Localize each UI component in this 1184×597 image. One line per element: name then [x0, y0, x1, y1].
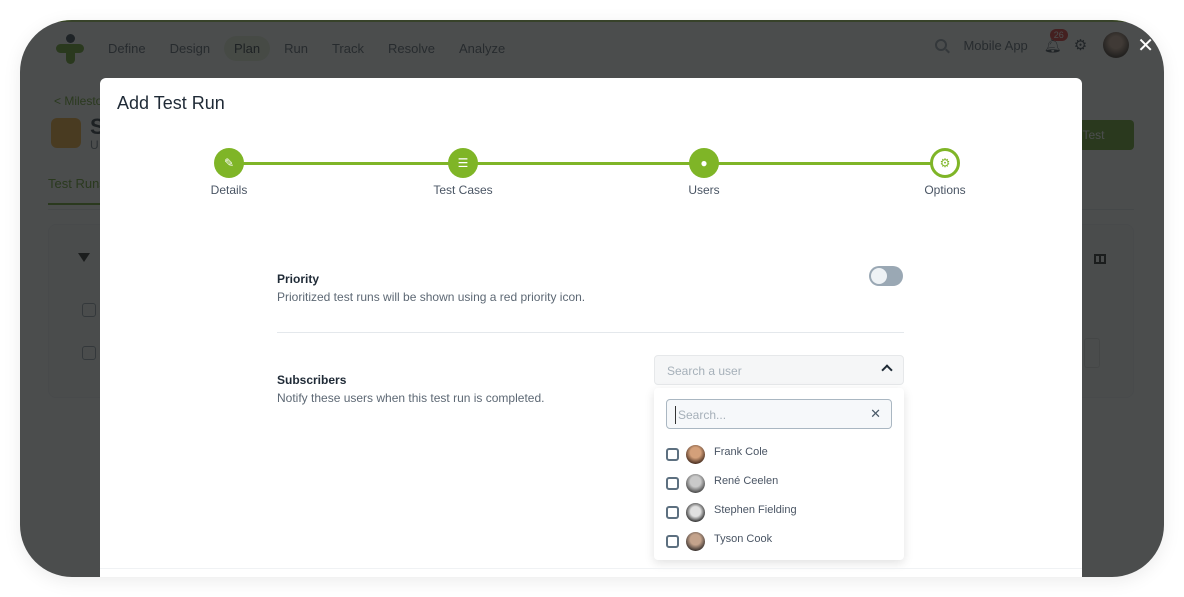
user-checkbox[interactable] [666, 506, 679, 519]
user-checkbox[interactable] [666, 477, 679, 490]
user-select-placeholder: Search a user [667, 364, 742, 378]
user-option-tyson-cook[interactable]: Tyson Cook [666, 527, 797, 556]
user-avatar [686, 445, 705, 464]
user-dropdown: ✕ Frank Cole René Ceelen Stephen Fieldin… [654, 388, 904, 560]
priority-title: Priority [277, 272, 320, 286]
toggle-knob [871, 268, 887, 284]
wizard-stepper: ✎ Details ☰ Test Cases ● Users ⚙ Options [100, 148, 1082, 208]
gear-icon: ⚙ [930, 148, 960, 178]
user-checkbox[interactable] [666, 535, 679, 548]
user-icon: ● [689, 148, 719, 178]
section-divider [277, 332, 904, 333]
chevron-up-icon[interactable] [881, 364, 893, 376]
add-test-run-modal: Add Test Run ✎ Details ☰ Test Cases ● Us… [100, 78, 1082, 577]
priority-toggle[interactable] [869, 266, 903, 286]
step-test-cases[interactable]: ☰ Test Cases [403, 148, 523, 197]
step-details[interactable]: ✎ Details [169, 148, 289, 197]
user-option-frank-cole[interactable]: Frank Cole [666, 440, 797, 469]
user-avatar [686, 474, 705, 493]
user-name: René Ceelen [714, 474, 779, 487]
stepper-progress-line [229, 162, 945, 165]
list-icon: ☰ [448, 148, 478, 178]
step-options[interactable]: ⚙ Options [885, 148, 1005, 197]
subscribers-description: Notify these users when this test run is… [277, 391, 545, 405]
user-avatar [686, 532, 705, 551]
app-window: Define Design Plan Run Track Resolve Ana… [20, 20, 1164, 577]
user-name: Tyson Cook [714, 532, 773, 545]
user-name: Frank Cole [714, 445, 768, 458]
user-list: Frank Cole René Ceelen Stephen Fielding … [666, 440, 797, 556]
user-checkbox[interactable] [666, 448, 679, 461]
modal-footer-divider [100, 568, 1082, 569]
priority-description: Prioritized test runs will be shown usin… [277, 290, 586, 304]
clear-search-icon[interactable]: ✕ [870, 406, 881, 422]
user-select[interactable]: Search a user [654, 355, 904, 385]
close-icon[interactable]: ✕ [1137, 33, 1154, 58]
user-option-rene-ceelen[interactable]: René Ceelen [666, 469, 797, 498]
user-name: Stephen Fielding [714, 503, 797, 516]
step-label: Users [688, 183, 720, 197]
step-users[interactable]: ● Users [644, 148, 764, 197]
user-option-stephen-fielding[interactable]: Stephen Fielding [666, 498, 797, 527]
user-avatar [686, 503, 705, 522]
dropdown-search-box: ✕ [666, 399, 892, 429]
user-search-input[interactable] [675, 406, 855, 424]
modal-title: Add Test Run [117, 93, 225, 113]
step-label: Test Cases [433, 183, 493, 197]
step-label: Details [210, 183, 248, 197]
edit-icon: ✎ [214, 148, 244, 178]
priority-section: Priority Prioritized test runs will be s… [277, 272, 904, 306]
step-label: Options [924, 183, 966, 197]
